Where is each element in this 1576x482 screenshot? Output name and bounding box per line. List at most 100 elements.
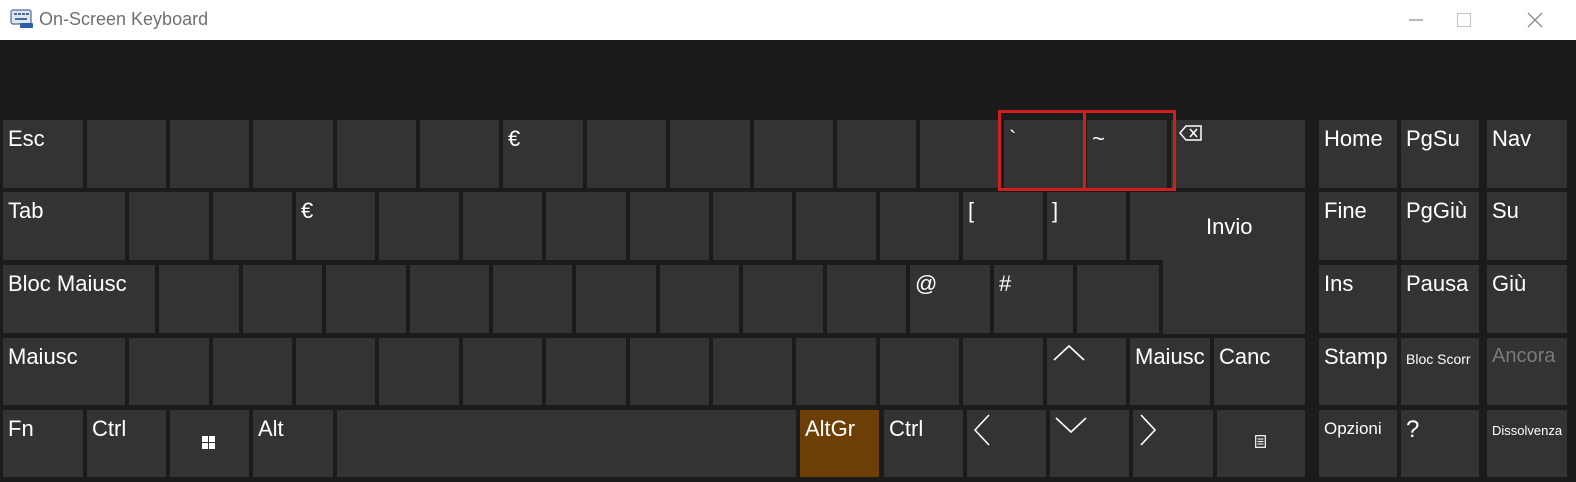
key-label: # bbox=[999, 271, 1012, 296]
key-nav[interactable]: Nav bbox=[1487, 120, 1567, 188]
key-euro[interactable]: € bbox=[503, 120, 583, 188]
key-blank[interactable] bbox=[420, 120, 499, 188]
key-label: @ bbox=[915, 271, 938, 296]
key-blank[interactable] bbox=[796, 192, 876, 260]
key-blank[interactable] bbox=[796, 338, 876, 405]
key-hash[interactable]: # bbox=[994, 265, 1073, 333]
key-blank[interactable] bbox=[129, 338, 209, 405]
key-backtick[interactable]: ` bbox=[1004, 120, 1083, 188]
key-shift-right[interactable]: Maiusc bbox=[1130, 338, 1210, 405]
key-help[interactable]: ? bbox=[1401, 410, 1479, 477]
key-blank[interactable] bbox=[546, 338, 626, 405]
key-page-up[interactable]: PgSu bbox=[1401, 120, 1479, 188]
key-blank[interactable] bbox=[326, 265, 406, 333]
key-blank[interactable] bbox=[296, 338, 375, 405]
key-blank[interactable] bbox=[754, 120, 833, 188]
key-windows[interactable] bbox=[170, 410, 249, 477]
key-blank[interactable] bbox=[576, 265, 656, 333]
key-scroll-lock[interactable]: Bloc Scorr bbox=[1401, 338, 1479, 405]
key-blank[interactable] bbox=[546, 192, 626, 260]
key-arrow-left[interactable] bbox=[967, 410, 1046, 477]
key-label: Ctrl bbox=[92, 416, 127, 441]
key-tilde[interactable]: ~ bbox=[1087, 120, 1167, 188]
key-bracket-close[interactable]: ] bbox=[1047, 192, 1126, 260]
key-at[interactable]: @ bbox=[910, 265, 990, 333]
key-euro[interactable]: € bbox=[296, 192, 375, 260]
key-blank[interactable] bbox=[129, 192, 209, 260]
key-menu[interactable] bbox=[1217, 410, 1305, 477]
key-blank[interactable] bbox=[920, 120, 1000, 188]
key-blank[interactable] bbox=[630, 192, 709, 260]
key-dock[interactable]: Ancora bbox=[1487, 338, 1567, 405]
key-tab[interactable]: Tab bbox=[3, 192, 125, 260]
key-blank[interactable] bbox=[213, 338, 292, 405]
key-ctrl-right[interactable]: Ctrl bbox=[884, 410, 963, 477]
key-label: AltGr bbox=[805, 416, 856, 441]
key-blank[interactable] bbox=[337, 120, 416, 188]
key-altgr[interactable]: AltGr bbox=[800, 410, 879, 477]
maximize-icon bbox=[1456, 12, 1472, 28]
maximize-button[interactable] bbox=[1432, 0, 1496, 40]
key-esc[interactable]: Esc bbox=[3, 120, 83, 188]
key-blank[interactable] bbox=[379, 192, 459, 260]
key-blank[interactable] bbox=[880, 338, 959, 405]
key-blank[interactable] bbox=[213, 192, 292, 260]
key-blank[interactable] bbox=[713, 192, 792, 260]
key-blank[interactable] bbox=[963, 338, 1043, 405]
key-blank[interactable] bbox=[660, 265, 739, 333]
key-alt[interactable]: Alt bbox=[253, 410, 333, 477]
key-insert[interactable]: Ins bbox=[1319, 265, 1397, 333]
key-blank[interactable] bbox=[837, 120, 916, 188]
key-blank[interactable] bbox=[670, 120, 750, 188]
close-icon bbox=[1527, 12, 1543, 28]
key-canc[interactable]: Canc bbox=[1214, 338, 1305, 405]
key-backspace[interactable] bbox=[1171, 120, 1305, 188]
key-giu[interactable]: Giù bbox=[1487, 265, 1567, 333]
key-ctrl-left[interactable]: Ctrl bbox=[87, 410, 166, 477]
key-arrow-down[interactable] bbox=[1050, 410, 1129, 477]
key-caps-lock[interactable]: Bloc Maiusc bbox=[3, 265, 155, 333]
key-pause[interactable]: Pausa bbox=[1401, 265, 1479, 333]
key-blank[interactable] bbox=[379, 338, 459, 405]
key-blank[interactable] bbox=[493, 265, 572, 333]
key-blank[interactable] bbox=[159, 265, 239, 333]
key-blank[interactable] bbox=[587, 120, 666, 188]
key-space[interactable] bbox=[337, 410, 796, 477]
key-blank[interactable] bbox=[410, 265, 489, 333]
key-blank[interactable] bbox=[1077, 265, 1159, 333]
key-label: Ins bbox=[1324, 271, 1354, 296]
key-blank[interactable] bbox=[463, 338, 542, 405]
key-blank[interactable] bbox=[253, 120, 333, 188]
key-label: PgGiù bbox=[1406, 198, 1468, 223]
windows-icon bbox=[202, 436, 215, 449]
key-blank[interactable] bbox=[743, 265, 823, 333]
close-button[interactable] bbox=[1503, 0, 1567, 40]
key-enter[interactable]: Invio bbox=[1130, 192, 1305, 260]
key-blank[interactable] bbox=[630, 338, 709, 405]
key-blank[interactable] bbox=[243, 265, 322, 333]
key-fn[interactable]: Fn bbox=[3, 410, 83, 477]
title-bar: On-Screen Keyboard bbox=[0, 0, 1576, 40]
key-blank[interactable] bbox=[463, 192, 542, 260]
key-home[interactable]: Home bbox=[1319, 120, 1397, 188]
key-arrow-right[interactable] bbox=[1133, 410, 1213, 477]
key-blank[interactable] bbox=[827, 265, 906, 333]
key-fade[interactable]: Dissolvenza bbox=[1487, 410, 1567, 477]
key-label: ` bbox=[1009, 126, 1017, 151]
key-page-down[interactable]: PgGiù bbox=[1401, 192, 1479, 260]
arrow-up-icon bbox=[1053, 344, 1085, 361]
key-su[interactable]: Su bbox=[1487, 192, 1567, 260]
key-print-screen[interactable]: Stamp bbox=[1319, 338, 1397, 405]
key-blank[interactable] bbox=[170, 120, 249, 188]
key-blank[interactable] bbox=[713, 338, 792, 405]
key-enter-lower[interactable] bbox=[1163, 258, 1305, 334]
key-arrow-up[interactable] bbox=[1047, 338, 1126, 405]
key-end[interactable]: Fine bbox=[1319, 192, 1397, 260]
key-label: Esc bbox=[8, 126, 45, 151]
key-bracket-open[interactable]: [ bbox=[963, 192, 1043, 260]
key-blank[interactable] bbox=[87, 120, 166, 188]
key-options[interactable]: Opzioni bbox=[1319, 410, 1397, 477]
minimize-icon bbox=[1409, 19, 1423, 21]
key-shift-left[interactable]: Maiusc bbox=[3, 338, 125, 405]
key-blank[interactable] bbox=[880, 192, 959, 260]
